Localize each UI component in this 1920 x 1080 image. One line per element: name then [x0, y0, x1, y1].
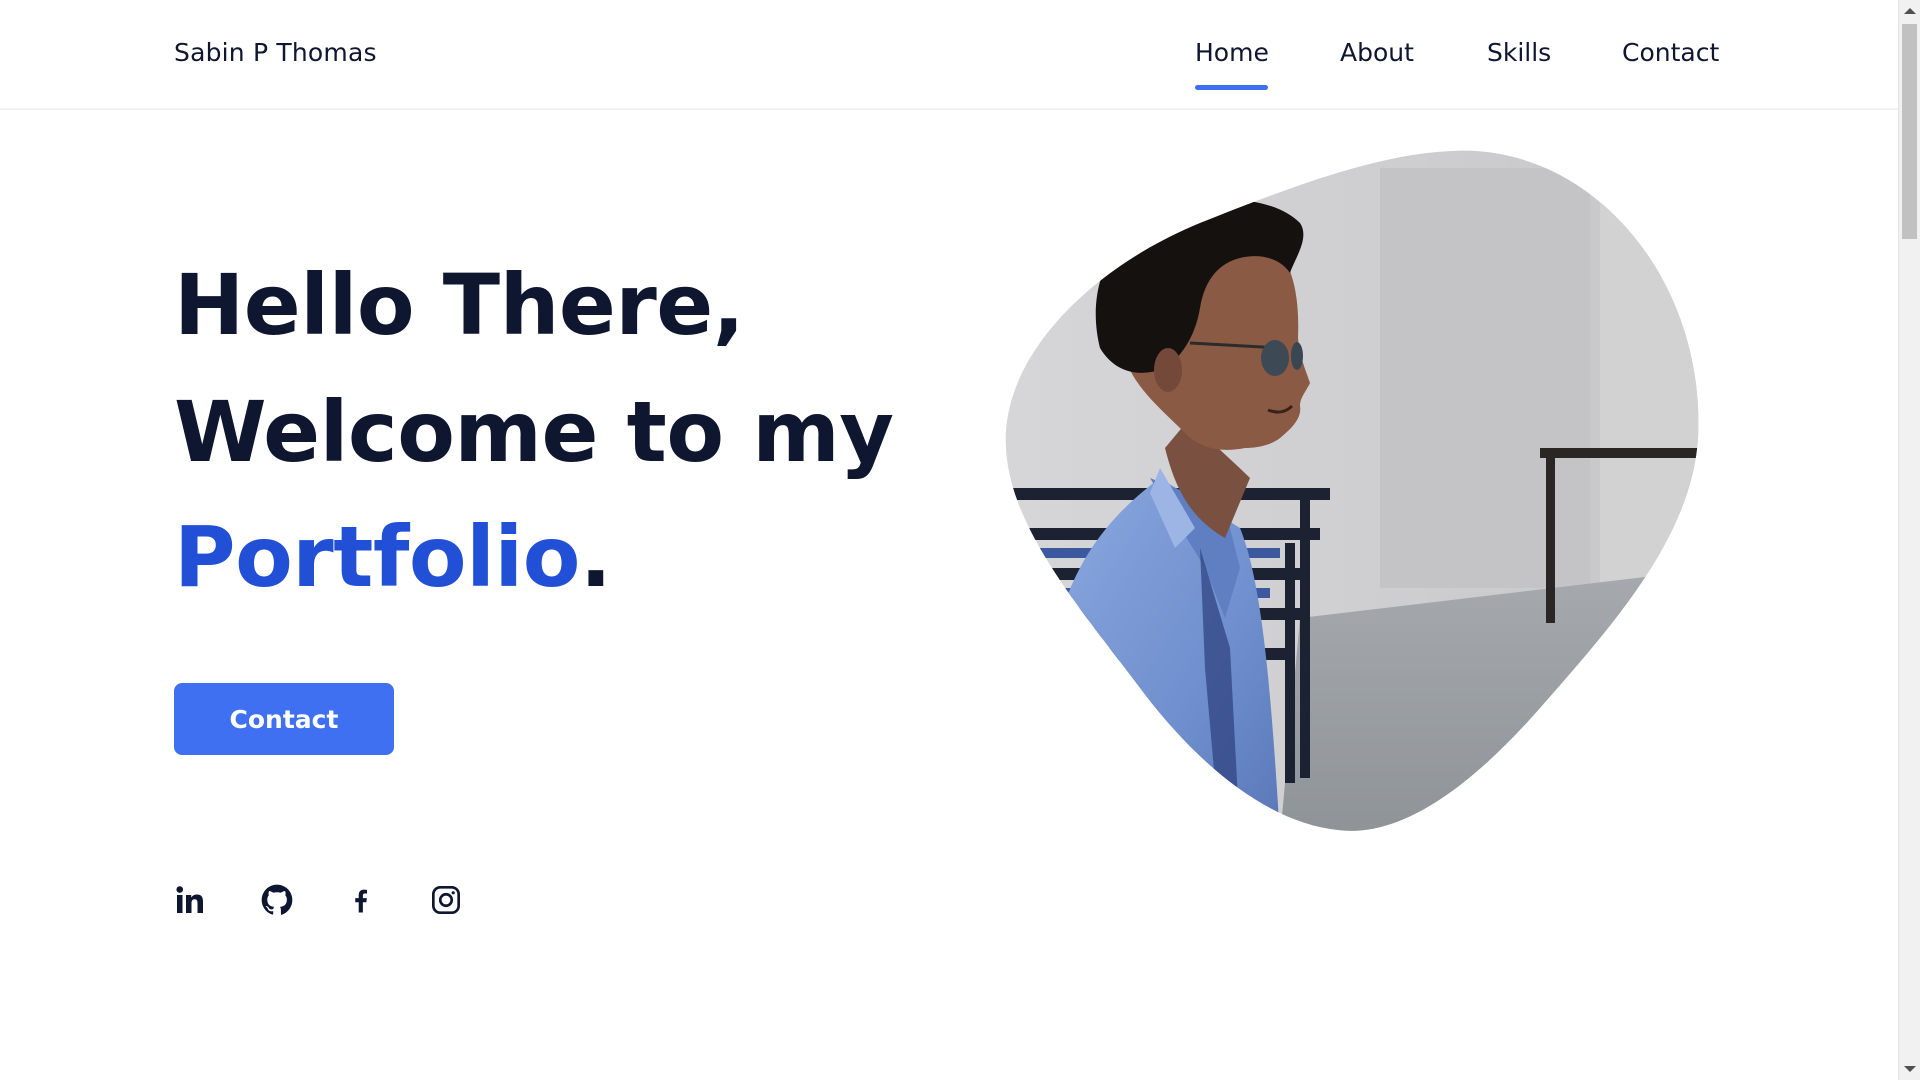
nav-about[interactable]: About — [1340, 38, 1414, 67]
nav-home[interactable]: Home — [1195, 38, 1269, 67]
hero-portfolio-line: Portfolio. — [174, 515, 612, 599]
linkedin-icon[interactable] — [171, 880, 211, 920]
hero-greeting: Hello There, — [174, 256, 745, 354]
top-navigation-bar: Sabin P Thomas Home About Skills Contact — [0, 0, 1898, 110]
nav-skills[interactable]: Skills — [1487, 38, 1551, 67]
active-nav-indicator — [1195, 85, 1268, 90]
profile-photo — [1005, 150, 1699, 831]
site-brand[interactable]: Sabin P Thomas — [174, 38, 377, 67]
vertical-scrollbar[interactable] — [1898, 0, 1920, 1080]
hero-welcome: Welcome to my — [174, 383, 894, 481]
scroll-thumb[interactable] — [1902, 24, 1917, 239]
facebook-icon[interactable] — [341, 880, 381, 920]
nav-contact[interactable]: Contact — [1622, 38, 1719, 67]
scroll-down-arrow-icon[interactable] — [1904, 1066, 1916, 1072]
github-icon[interactable] — [257, 880, 297, 920]
hero-portfolio-word: Portfolio — [174, 508, 580, 606]
scroll-up-arrow-icon[interactable] — [1904, 8, 1916, 14]
instagram-icon[interactable] — [426, 880, 466, 920]
contact-button[interactable]: Contact — [174, 683, 394, 755]
hero-period: . — [579, 508, 612, 606]
